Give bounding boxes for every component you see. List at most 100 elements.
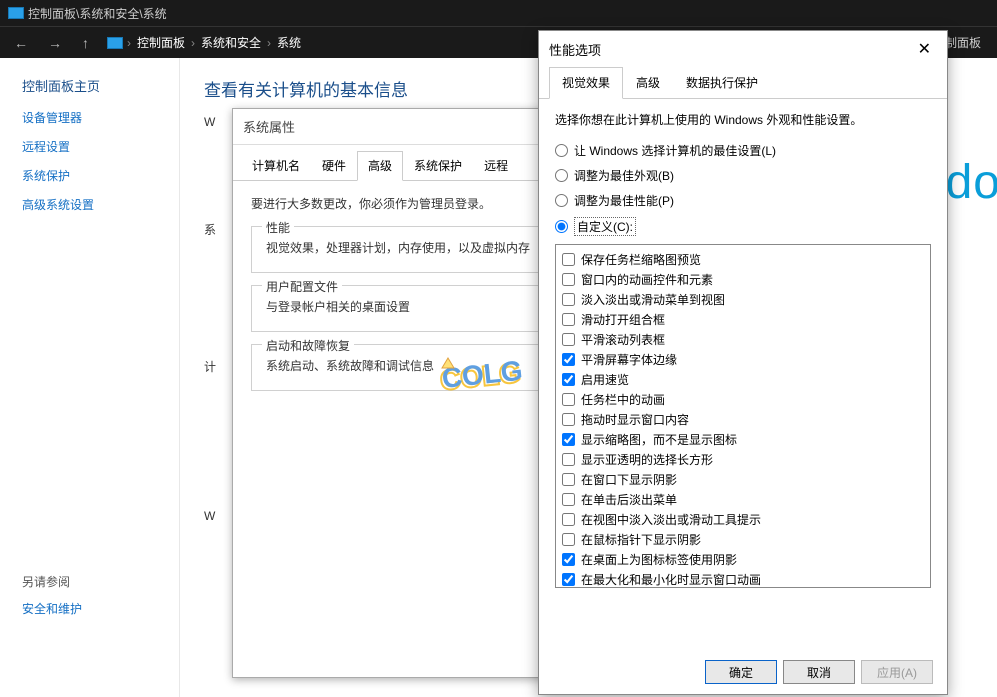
radio-input[interactable]: [555, 169, 568, 182]
checkbox-input[interactable]: [562, 553, 575, 566]
sidebar-item-security[interactable]: 安全和维护: [22, 600, 157, 617]
visual-effect-option[interactable]: 显示缩略图，而不是显示图标: [562, 429, 924, 449]
radio-label: 调整为最佳性能(P): [574, 192, 674, 209]
radio-label: 让 Windows 选择计算机的最佳设置(L): [574, 142, 776, 159]
checkbox-input[interactable]: [562, 273, 575, 286]
checkbox-label: 在视图中淡入淡出或滑动工具提示: [581, 511, 761, 528]
sidebar-item-system-protection[interactable]: 系统保护: [22, 167, 157, 184]
perfopts-tab[interactable]: 高级: [623, 67, 673, 98]
checkbox-label: 窗口内的动画控件和元素: [581, 271, 713, 288]
perf-description: 选择你想在此计算机上使用的 Windows 外观和性能设置。: [555, 111, 931, 128]
performance-options-dialog: 性能选项 ✕ 视觉效果高级数据执行保护 选择你想在此计算机上使用的 Window…: [538, 30, 948, 695]
radio-input[interactable]: [555, 194, 568, 207]
checkbox-input[interactable]: [562, 373, 575, 386]
checkbox-input[interactable]: [562, 293, 575, 306]
checkbox-label: 在桌面上为图标标签使用阴影: [581, 551, 737, 568]
visual-effect-option[interactable]: 在单击后淡出菜单: [562, 489, 924, 509]
perf-radio-option[interactable]: 自定义(C):: [555, 217, 931, 236]
sidebar: 控制面板主页 设备管理器 远程设置 系统保护 高级系统设置 另请参阅 安全和维护: [0, 58, 180, 697]
radio-label: 调整为最佳外观(B): [574, 167, 674, 184]
forward-button[interactable]: →: [42, 33, 68, 53]
perf-radio-option[interactable]: 调整为最佳性能(P): [555, 192, 931, 209]
visual-effect-option[interactable]: 拖动时显示窗口内容: [562, 409, 924, 429]
sysprops-tab[interactable]: 远程: [473, 151, 519, 180]
checkbox-label: 显示缩略图，而不是显示图标: [581, 431, 737, 448]
visual-effect-option[interactable]: 在鼠标指针下显示阴影: [562, 529, 924, 549]
ok-button[interactable]: 确定: [705, 660, 777, 684]
checkbox-label: 平滑屏幕字体边缘: [581, 351, 677, 368]
checkbox-input[interactable]: [562, 313, 575, 326]
checkbox-input[interactable]: [562, 353, 575, 366]
group-legend: 用户配置文件: [262, 278, 342, 295]
window-title: 控制面板\系统和安全\系统: [28, 5, 167, 22]
checkbox-label: 在窗口下显示阴影: [581, 471, 677, 488]
sysprops-tab[interactable]: 高级: [357, 151, 403, 181]
checkbox-input[interactable]: [562, 253, 575, 266]
apply-button[interactable]: 应用(A): [861, 660, 933, 684]
checkbox-label: 平滑滚动列表框: [581, 331, 665, 348]
checkbox-label: 淡入淡出或滑动菜单到视图: [581, 291, 725, 308]
radio-input[interactable]: [555, 220, 568, 233]
perf-radio-option[interactable]: 调整为最佳外观(B): [555, 167, 931, 184]
perfopts-tab[interactable]: 数据执行保护: [673, 67, 771, 98]
checkbox-label: 显示亚透明的选择长方形: [581, 451, 713, 468]
breadcrumb-seg[interactable]: 系统: [271, 34, 307, 51]
cancel-button[interactable]: 取消: [783, 660, 855, 684]
checkbox-label: 启用速览: [581, 371, 629, 388]
dialog-title: 性能选项: [549, 40, 601, 59]
sysprops-tab[interactable]: 计算机名: [241, 151, 311, 180]
sidebar-item-remote-settings[interactable]: 远程设置: [22, 138, 157, 155]
checkbox-input[interactable]: [562, 493, 575, 506]
visual-effects-list[interactable]: 保存任务栏缩略图预览窗口内的动画控件和元素淡入淡出或滑动菜单到视图滑动打开组合框…: [555, 244, 931, 588]
radio-label: 自定义(C):: [574, 217, 636, 236]
visual-effect-option[interactable]: 在桌面上为图标标签使用阴影: [562, 549, 924, 569]
checkbox-label: 保存任务栏缩略图预览: [581, 251, 701, 268]
checkbox-input[interactable]: [562, 413, 575, 426]
checkbox-input[interactable]: [562, 513, 575, 526]
group-legend: 启动和故障恢复: [262, 337, 354, 354]
sidebar-item-advanced-settings[interactable]: 高级系统设置: [22, 196, 157, 213]
breadcrumb-seg[interactable]: 控制面板: [131, 34, 191, 51]
checkbox-label: 任务栏中的动画: [581, 391, 665, 408]
checkbox-input[interactable]: [562, 333, 575, 346]
checkbox-input[interactable]: [562, 473, 575, 486]
sysprops-tab[interactable]: 硬件: [311, 151, 357, 180]
visual-effect-option[interactable]: 滑动打开组合框: [562, 309, 924, 329]
perf-radio-option[interactable]: 让 Windows 选择计算机的最佳设置(L): [555, 142, 931, 159]
checkbox-input[interactable]: [562, 533, 575, 546]
checkbox-input[interactable]: [562, 393, 575, 406]
control-panel-icon: [8, 7, 24, 19]
control-panel-icon: [107, 37, 123, 49]
checkbox-label: 拖动时显示窗口内容: [581, 411, 689, 428]
checkbox-label: 在单击后淡出菜单: [581, 491, 677, 508]
perfopts-tabs: 视觉效果高级数据执行保护: [539, 67, 947, 99]
sidebar-item-device-manager[interactable]: 设备管理器: [22, 109, 157, 126]
sidebar-header[interactable]: 控制面板主页: [22, 76, 157, 95]
visual-effect-option[interactable]: 在窗口下显示阴影: [562, 469, 924, 489]
window-titlebar: 控制面板\系统和安全\系统: [0, 0, 997, 26]
visual-effect-option[interactable]: 窗口内的动画控件和元素: [562, 269, 924, 289]
sysprops-tab[interactable]: 系统保护: [403, 151, 473, 180]
up-button[interactable]: ↑: [76, 33, 95, 53]
visual-effect-option[interactable]: 启用速览: [562, 369, 924, 389]
visual-effect-option[interactable]: 任务栏中的动画: [562, 389, 924, 409]
back-button[interactable]: ←: [8, 33, 34, 53]
close-icon[interactable]: ✕: [912, 39, 937, 59]
checkbox-input[interactable]: [562, 453, 575, 466]
visual-effect-option[interactable]: 在视图中淡入淡出或滑动工具提示: [562, 509, 924, 529]
brand-fragment: do: [946, 155, 997, 210]
checkbox-label: 在鼠标指针下显示阴影: [581, 531, 701, 548]
see-also-header: 另请参阅: [22, 573, 157, 590]
radio-input[interactable]: [555, 144, 568, 157]
group-legend: 性能: [262, 219, 294, 236]
perfopts-tab[interactable]: 视觉效果: [549, 67, 623, 99]
visual-effect-option[interactable]: 平滑屏幕字体边缘: [562, 349, 924, 369]
breadcrumb-seg[interactable]: 系统和安全: [195, 34, 267, 51]
visual-effect-option[interactable]: 保存任务栏缩略图预览: [562, 249, 924, 269]
visual-effect-option[interactable]: 显示亚透明的选择长方形: [562, 449, 924, 469]
visual-effect-option[interactable]: 平滑滚动列表框: [562, 329, 924, 349]
visual-effect-option[interactable]: 在最大化和最小化时显示窗口动画: [562, 569, 924, 588]
visual-effect-option[interactable]: 淡入淡出或滑动菜单到视图: [562, 289, 924, 309]
checkbox-input[interactable]: [562, 433, 575, 446]
checkbox-input[interactable]: [562, 573, 575, 586]
